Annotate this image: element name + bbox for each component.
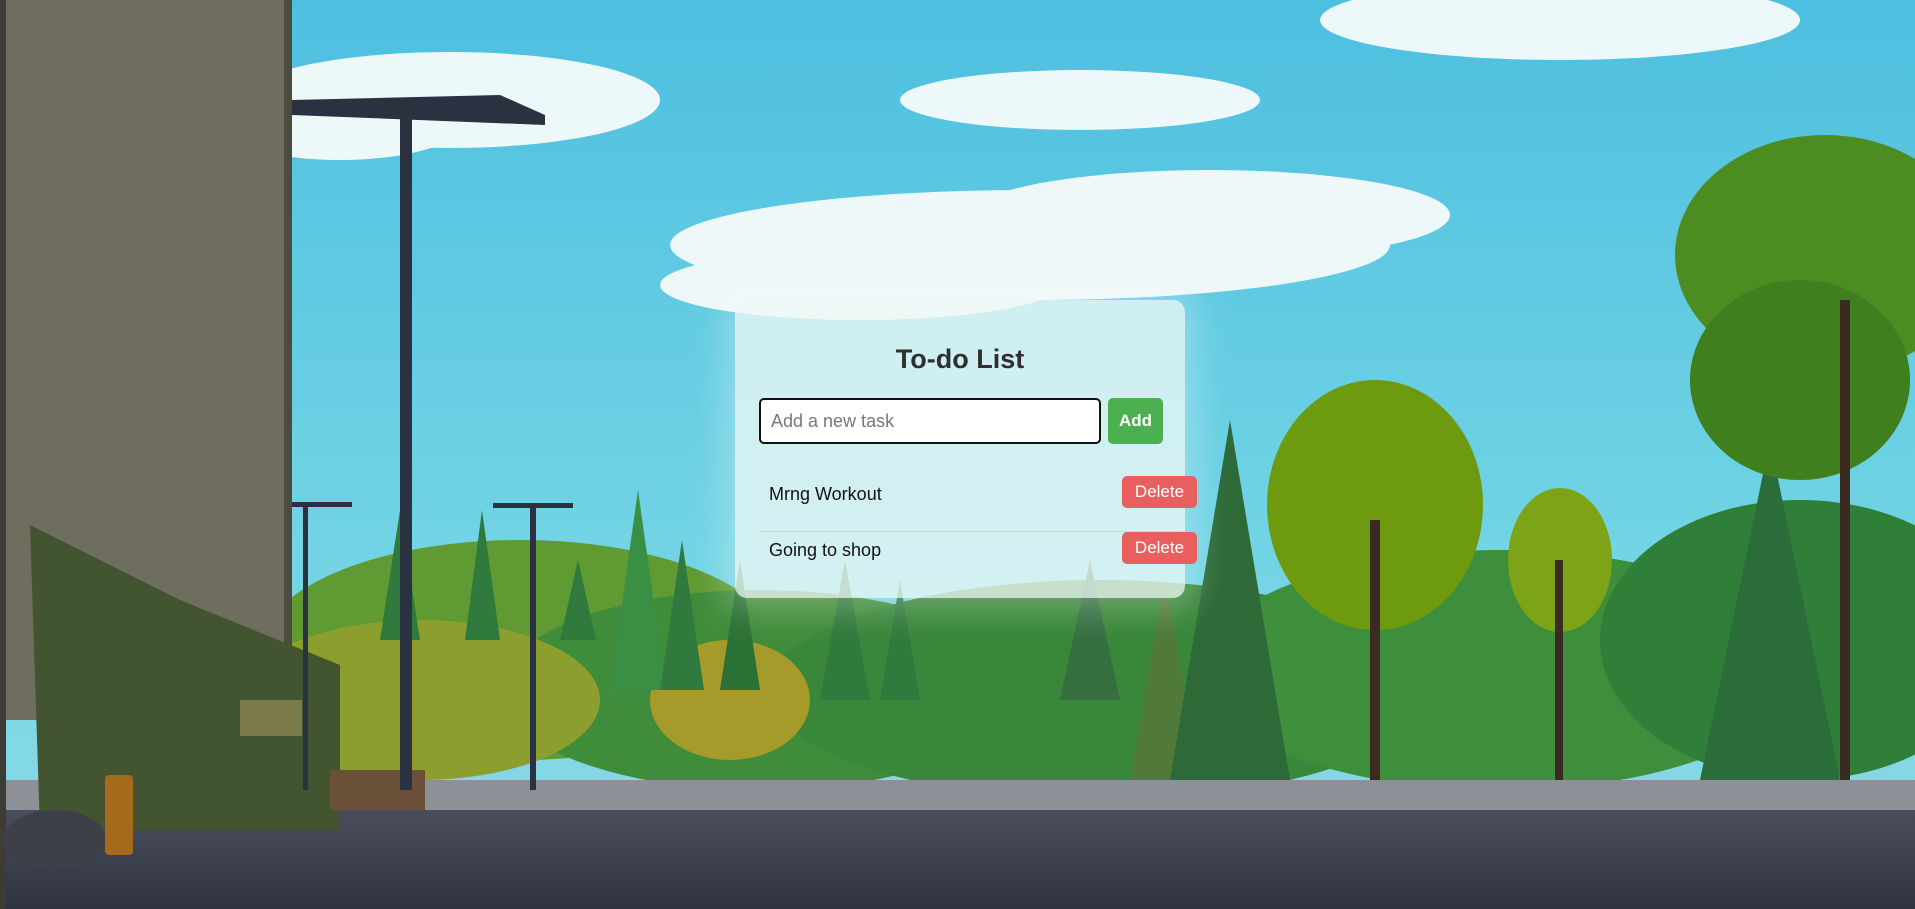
delete-task-button[interactable]: Delete bbox=[1122, 532, 1197, 564]
new-task-input[interactable] bbox=[759, 398, 1101, 444]
task-text: Going to shop bbox=[769, 540, 882, 560]
task-text: Mrng Workout bbox=[769, 484, 882, 504]
task-item: Going to shop Delete bbox=[759, 532, 1197, 588]
task-item: Mrng Workout Delete bbox=[759, 476, 1197, 532]
add-task-button[interactable]: Add bbox=[1108, 398, 1163, 444]
todo-card: To-do List Add Mrng Workout Delete Going… bbox=[735, 300, 1197, 598]
page-title: To-do List bbox=[895, 344, 1025, 374]
task-list: Mrng Workout Delete Going to shop Delete bbox=[759, 476, 1197, 588]
delete-task-button[interactable]: Delete bbox=[1122, 476, 1197, 508]
